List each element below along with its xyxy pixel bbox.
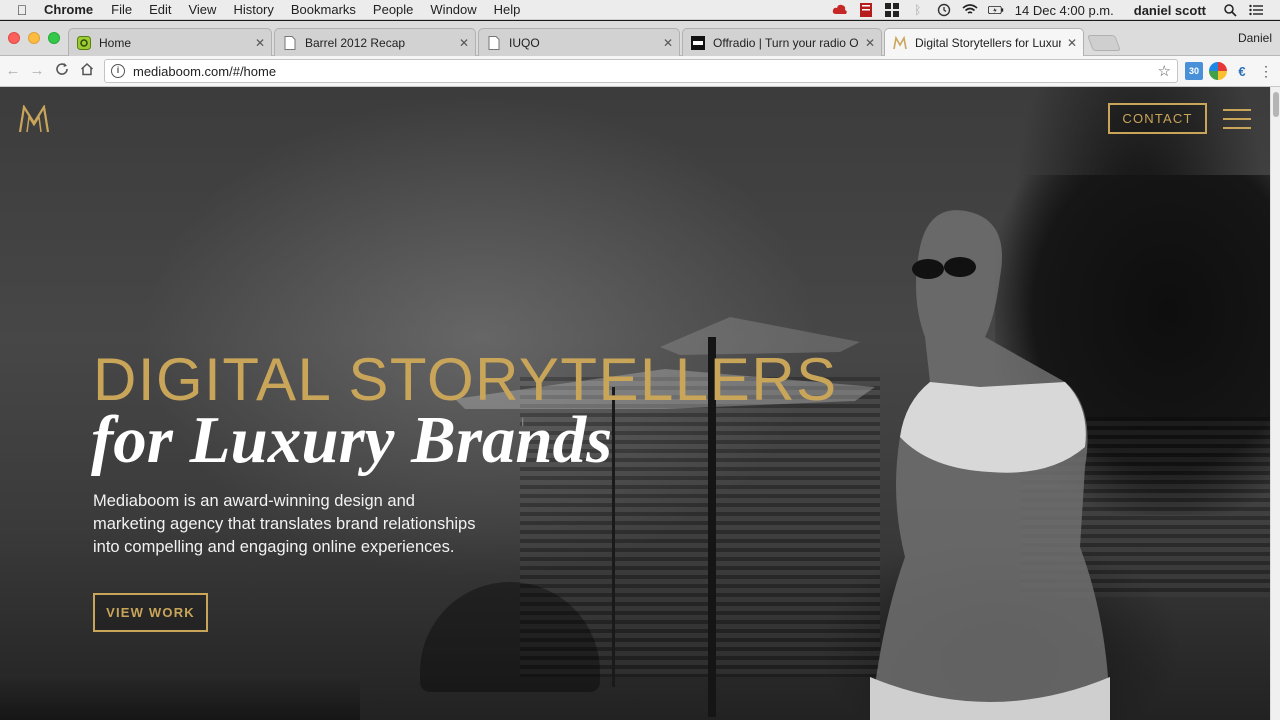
time-machine-icon[interactable] xyxy=(936,3,952,17)
macos-menu-bar:  Chrome File Edit View History Bookmark… xyxy=(0,0,1280,20)
web-page-viewport: CONTACT DIGITAL STORYTELLERS for Luxury … xyxy=(0,87,1270,720)
color-picker-extension-icon[interactable] xyxy=(1209,62,1227,80)
spotlight-search-icon[interactable] xyxy=(1222,3,1238,17)
new-tab-button[interactable] xyxy=(1087,35,1121,51)
close-tab-icon[interactable]: ✕ xyxy=(865,36,875,50)
contact-button[interactable]: CONTACT xyxy=(1108,103,1207,134)
tab-offradio[interactable]: Offradio | Turn your radio OFF! ✕ xyxy=(682,28,882,56)
creative-cloud-icon[interactable] xyxy=(832,3,848,17)
back-arrow-icon[interactable]: ← xyxy=(4,62,22,80)
tab-title: Offradio | Turn your radio OFF! xyxy=(713,35,859,50)
dropbox-icon[interactable] xyxy=(884,3,900,17)
notification-center-icon[interactable] xyxy=(1248,3,1264,17)
menu-edit[interactable]: Edit xyxy=(149,2,171,17)
browser-toolbar: ← → i mediaboom.com/#/home ☆ 30 € ⋮ xyxy=(0,56,1280,87)
close-tab-icon[interactable]: ✕ xyxy=(255,36,265,50)
menu-window[interactable]: Window xyxy=(430,2,476,17)
close-window-button[interactable] xyxy=(8,32,20,44)
hamburger-menu-icon[interactable] xyxy=(1223,109,1251,129)
document-favicon-icon xyxy=(283,35,297,50)
reload-icon[interactable] xyxy=(53,62,71,80)
text-cursor-icon: I xyxy=(521,415,525,429)
view-work-button[interactable]: VIEW WORK xyxy=(93,593,208,632)
flashcard-icon[interactable] xyxy=(858,3,874,17)
menu-bar-status-area: ᛒ 14 Dec 4:00 p.m. daniel scott xyxy=(822,0,1280,20)
address-bar-url[interactable]: mediaboom.com/#/home xyxy=(133,64,276,79)
offradio-favicon-icon xyxy=(691,35,705,50)
tab-title: Home xyxy=(99,35,132,50)
profile-name-button[interactable]: Daniel xyxy=(1238,31,1272,45)
tab-barrel-2012-recap[interactable]: Barrel 2012 Recap ✕ xyxy=(274,28,476,56)
window-controls xyxy=(8,32,68,44)
calendar-extension-icon[interactable]: 30 xyxy=(1185,62,1203,80)
menu-bar-clock[interactable]: 14 Dec 4:00 p.m. xyxy=(1015,3,1114,18)
close-tab-icon[interactable]: ✕ xyxy=(459,36,469,50)
hero-photo-umbrella-pole xyxy=(612,387,615,687)
minimize-window-button[interactable] xyxy=(28,32,40,44)
scrollbar-thumb[interactable] xyxy=(1273,92,1279,117)
page-scrollbar[interactable] xyxy=(1270,87,1280,720)
close-tab-icon[interactable]: ✕ xyxy=(1067,36,1077,50)
site-info-icon[interactable]: i xyxy=(111,64,125,78)
home-icon[interactable] xyxy=(78,62,96,80)
wifi-icon[interactable] xyxy=(962,3,978,17)
currency-extension-icon[interactable]: € xyxy=(1233,62,1251,80)
tab-iuqo[interactable]: IUQO ✕ xyxy=(478,28,680,56)
menu-bar-user[interactable]: daniel scott xyxy=(1134,3,1206,18)
tab-title: Digital Storytellers for Luxury B xyxy=(915,35,1061,50)
hero-intro-text: Mediaboom is an award-winning design and… xyxy=(93,492,476,556)
menu-app-chrome[interactable]: Chrome xyxy=(44,2,93,17)
address-bar[interactable]: i mediaboom.com/#/home ☆ xyxy=(104,59,1178,83)
menu-view[interactable]: View xyxy=(188,2,216,17)
chrome-menu-icon[interactable]: ⋮ xyxy=(1257,62,1275,80)
browser-tab-strip: Home ✕ Barrel 2012 Recap ✕ IUQO ✕ Offrad… xyxy=(0,21,1280,56)
menu-history[interactable]: History xyxy=(233,2,273,17)
menu-help[interactable]: Help xyxy=(494,2,521,17)
document-favicon-icon xyxy=(487,35,501,50)
bluetooth-icon[interactable]: ᛒ xyxy=(910,3,926,17)
tab-mediaboom-active[interactable]: Digital Storytellers for Luxury B ✕ xyxy=(884,28,1084,56)
hero-photo-model xyxy=(870,210,1110,720)
tab-home[interactable]: Home ✕ xyxy=(68,28,272,56)
close-tab-icon[interactable]: ✕ xyxy=(663,36,673,50)
hero-subheadline: for Luxury Brands xyxy=(91,403,613,477)
mediaboom-logo[interactable] xyxy=(18,105,50,133)
forward-arrow-icon[interactable]: → xyxy=(28,62,46,80)
menu-people[interactable]: People xyxy=(373,2,413,17)
bookmark-star-icon[interactable]: ☆ xyxy=(1158,62,1171,80)
hero-photo-pool xyxy=(0,677,360,720)
tab-title: Barrel 2012 Recap xyxy=(305,35,406,50)
menu-file[interactable]: File xyxy=(111,2,132,17)
menu-bookmarks[interactable]: Bookmarks xyxy=(291,2,356,17)
zoom-window-button[interactable] xyxy=(48,32,60,44)
battery-icon[interactable] xyxy=(987,3,1004,17)
apple-menu-icon[interactable]:  xyxy=(14,2,30,18)
tab-title: IUQO xyxy=(509,35,540,50)
mediaboom-favicon-icon xyxy=(893,35,907,50)
home-favicon-icon xyxy=(77,35,91,50)
